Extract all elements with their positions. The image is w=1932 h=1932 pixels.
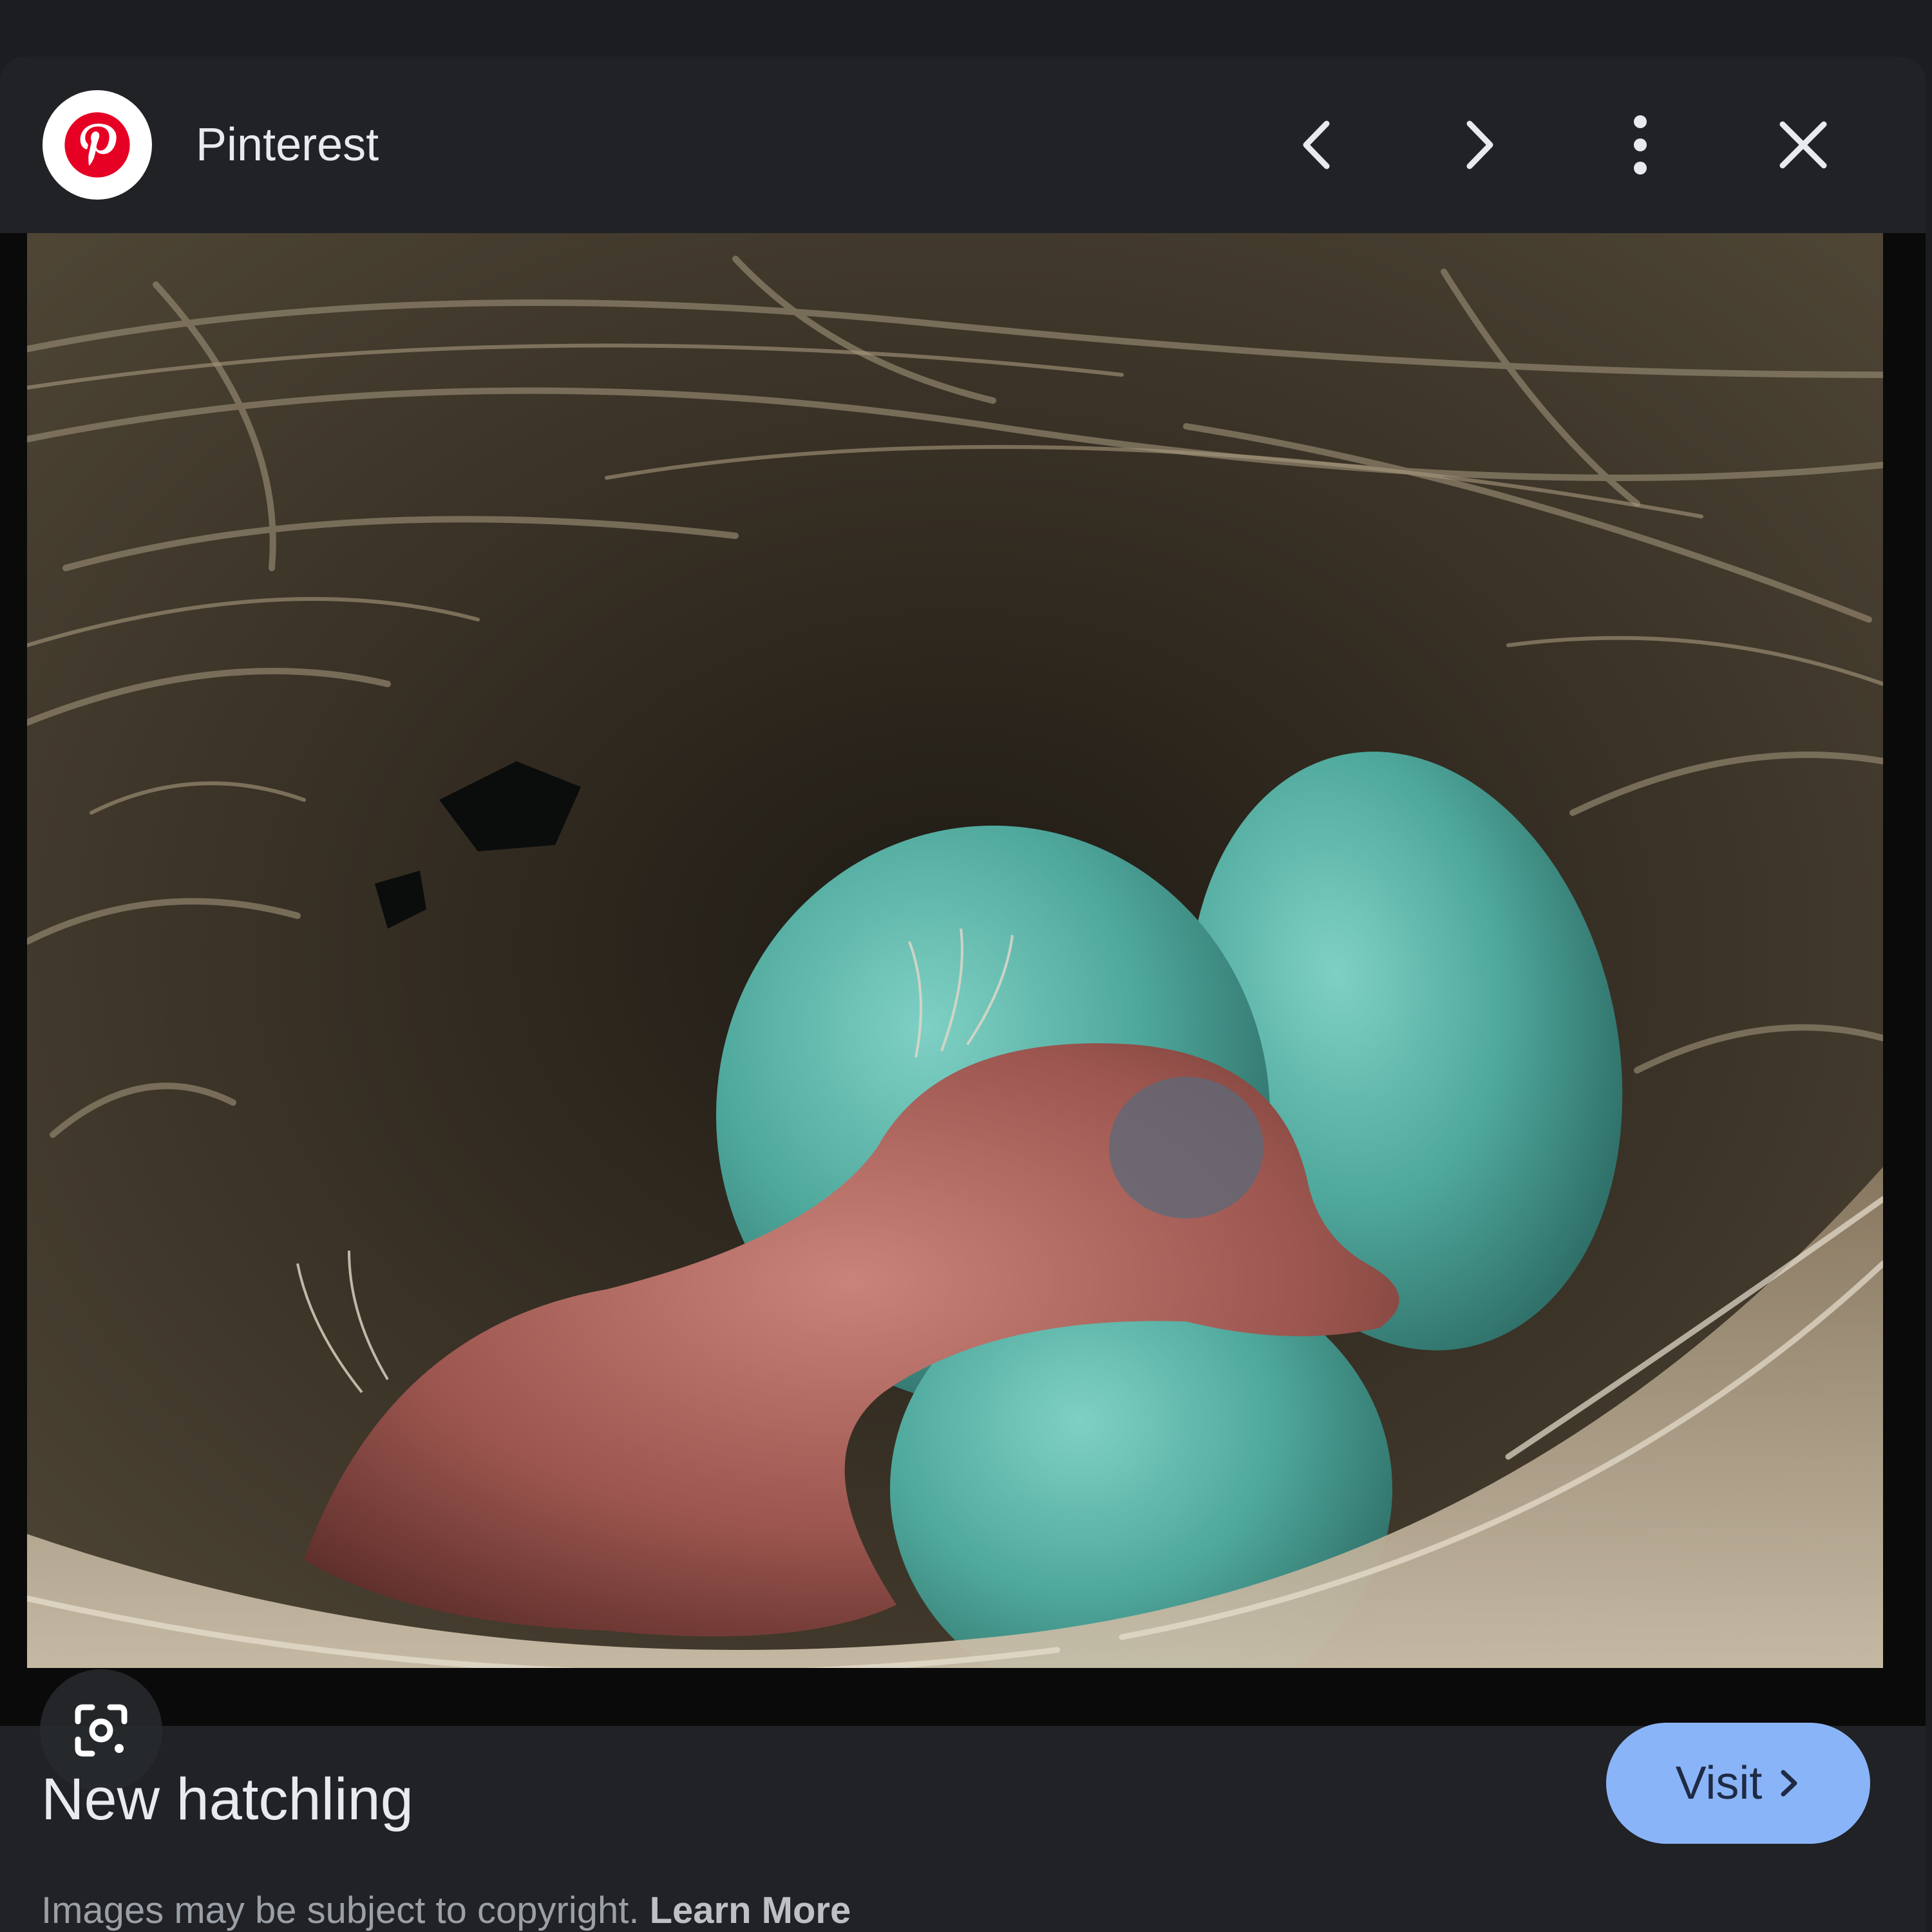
- previous-button[interactable]: [1275, 103, 1359, 187]
- image-frame: [0, 233, 1926, 1792]
- learn-more-link[interactable]: Learn More: [650, 1889, 851, 1931]
- image-preview-panel: Pinterest New hatchling Visit Images may…: [0, 57, 1926, 1932]
- source-name[interactable]: Pinterest: [196, 57, 379, 233]
- chevron-right-icon: [1466, 120, 1493, 169]
- preview-photo[interactable]: [27, 233, 1883, 1668]
- google-lens-icon: [75, 1704, 128, 1757]
- close-icon: [1779, 121, 1827, 169]
- copyright-notice: Images may be subject to copyright. Lear…: [41, 1892, 851, 1929]
- preview-header: Pinterest: [0, 57, 1926, 233]
- more-options-button[interactable]: [1598, 103, 1682, 187]
- visit-button-label: Visit: [1675, 1757, 1763, 1809]
- pinterest-logo-icon[interactable]: [43, 90, 152, 200]
- image-title: New hatchling: [41, 1766, 413, 1832]
- chevron-right-icon: [1781, 1770, 1797, 1797]
- next-button[interactable]: [1437, 103, 1521, 187]
- copyright-text: Images may be subject to copyright.: [41, 1889, 639, 1931]
- more-vert-icon: [1634, 115, 1647, 175]
- visit-button[interactable]: Visit: [1606, 1723, 1870, 1844]
- close-button[interactable]: [1761, 103, 1845, 187]
- chevron-left-icon: [1303, 120, 1330, 169]
